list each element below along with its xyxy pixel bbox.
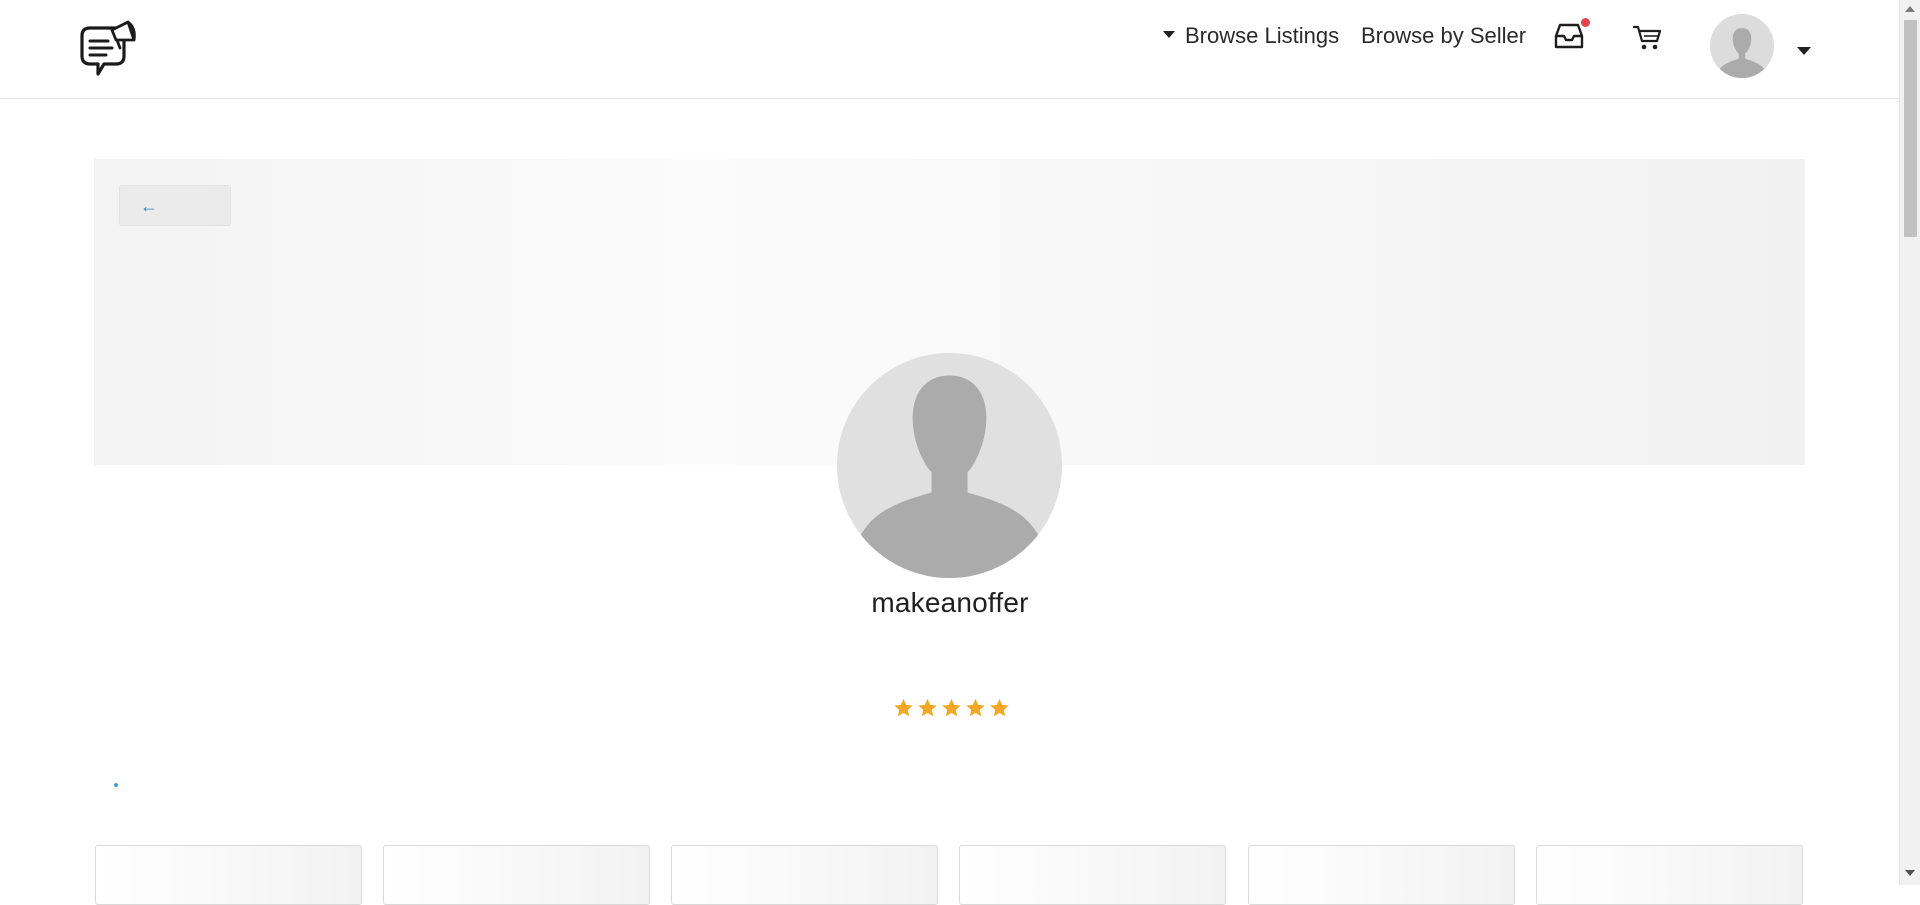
browse-listings-menu[interactable]: Browse Listings [1163,21,1339,51]
person-silhouette-icon [855,375,1044,578]
user-avatar[interactable] [1710,14,1774,78]
page-scrollbar[interactable] [1899,0,1920,885]
star-icon [966,698,985,717]
notification-dot [1581,18,1590,27]
profile-avatar [837,353,1062,578]
caret-down-icon [1797,46,1811,55]
profile-username: makeanoffer [871,587,1029,618]
back-button[interactable]: ← [119,185,231,226]
caret-down-icon [1163,30,1175,38]
listing-card[interactable] [959,845,1226,905]
loading-indicator [114,783,118,787]
scroll-up-icon[interactable] [1905,6,1915,12]
browse-by-seller-link[interactable]: Browse by Seller [1361,21,1526,51]
star-icon [918,698,937,717]
person-silhouette-icon [1718,28,1766,78]
scroll-down-icon[interactable] [1905,870,1915,876]
shopping-cart-icon[interactable] [1632,22,1662,52]
listing-card[interactable] [95,845,362,905]
star-icon [942,698,961,717]
inbox-tray-icon[interactable] [1553,18,1590,50]
chat-megaphone-logo-icon[interactable] [76,16,140,82]
top-header: Browse Listings Browse by Seller [0,0,1899,99]
listing-card[interactable] [1248,845,1515,905]
star-icon [990,698,1009,717]
listing-card[interactable] [671,845,938,905]
browse-listings-label: Browse Listings [1185,23,1340,48]
scroll-thumb[interactable] [1904,20,1917,237]
profile-menu-caret[interactable] [1797,42,1811,60]
arrow-left-icon: ← [140,196,158,216]
listing-card[interactable] [383,845,650,905]
listing-card[interactable] [1536,845,1803,905]
seller-rating [892,697,1011,719]
star-icon [894,698,913,717]
